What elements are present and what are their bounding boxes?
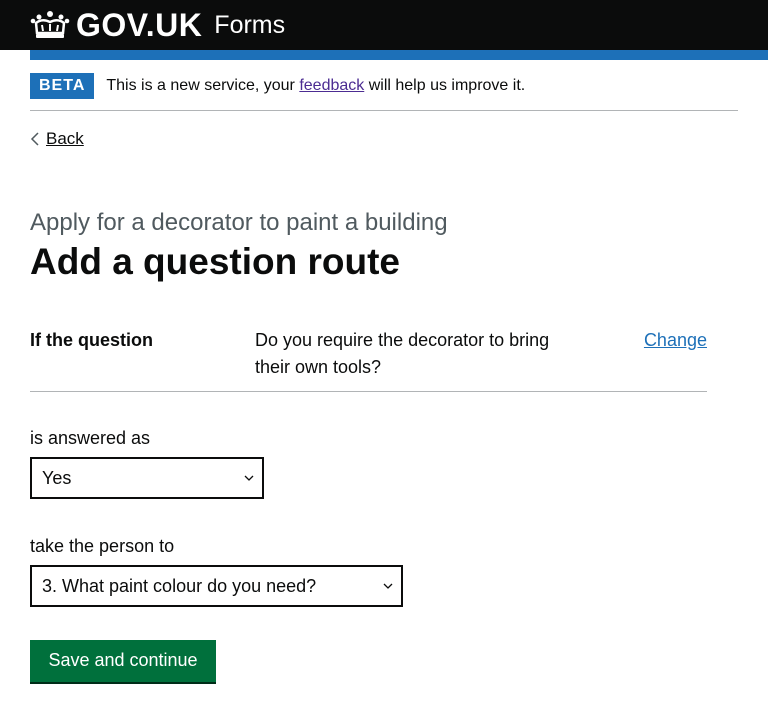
page-title: Add a question route	[30, 241, 400, 282]
chevron-down-icon	[383, 583, 393, 589]
chevron-down-icon	[244, 475, 254, 481]
form-caption: Apply for a decorator to paint a buildin…	[30, 209, 448, 236]
header-blue-bar	[30, 50, 768, 60]
destination-select[interactable]: 3. What paint colour do you need?	[30, 565, 403, 607]
answer-select-value: Yes	[42, 468, 72, 488]
change-link[interactable]: Change	[644, 327, 707, 353]
summary-value: Do you require the decorator to bring th…	[255, 330, 550, 377]
save-and-continue-button[interactable]: Save and continue	[30, 640, 216, 682]
site-header: GOV.UK Forms	[0, 0, 768, 50]
govuk-logo-link[interactable]: GOV.UK Forms	[30, 6, 285, 44]
govuk-logotype: GOV.UK	[76, 7, 203, 43]
destination-label: take the person to	[30, 536, 175, 556]
service-name[interactable]: Forms	[214, 6, 285, 44]
banner-text-after: will help us improve it.	[364, 77, 526, 94]
back-link-container[interactable]: Back	[30, 127, 84, 151]
answer-label: is answered as	[30, 428, 151, 448]
beta-tag: BETA	[30, 73, 95, 99]
destination-select-value: 3. What paint colour do you need?	[42, 576, 317, 596]
summary-row: If the question Do you require the decor…	[30, 325, 707, 392]
back-link[interactable]: Back	[46, 129, 84, 149]
chevron-left-icon	[30, 132, 39, 146]
phase-banner-text: This is a new service, your feedback wil…	[106, 73, 525, 99]
phase-banner: BETA This is a new service, your feedbac…	[30, 73, 738, 111]
answer-select[interactable]: Yes	[30, 457, 264, 499]
summary-key: If the question	[30, 330, 153, 350]
feedback-link[interactable]: feedback	[299, 77, 364, 94]
crown-icon	[30, 11, 70, 38]
banner-text-before: This is a new service, your	[106, 77, 300, 94]
